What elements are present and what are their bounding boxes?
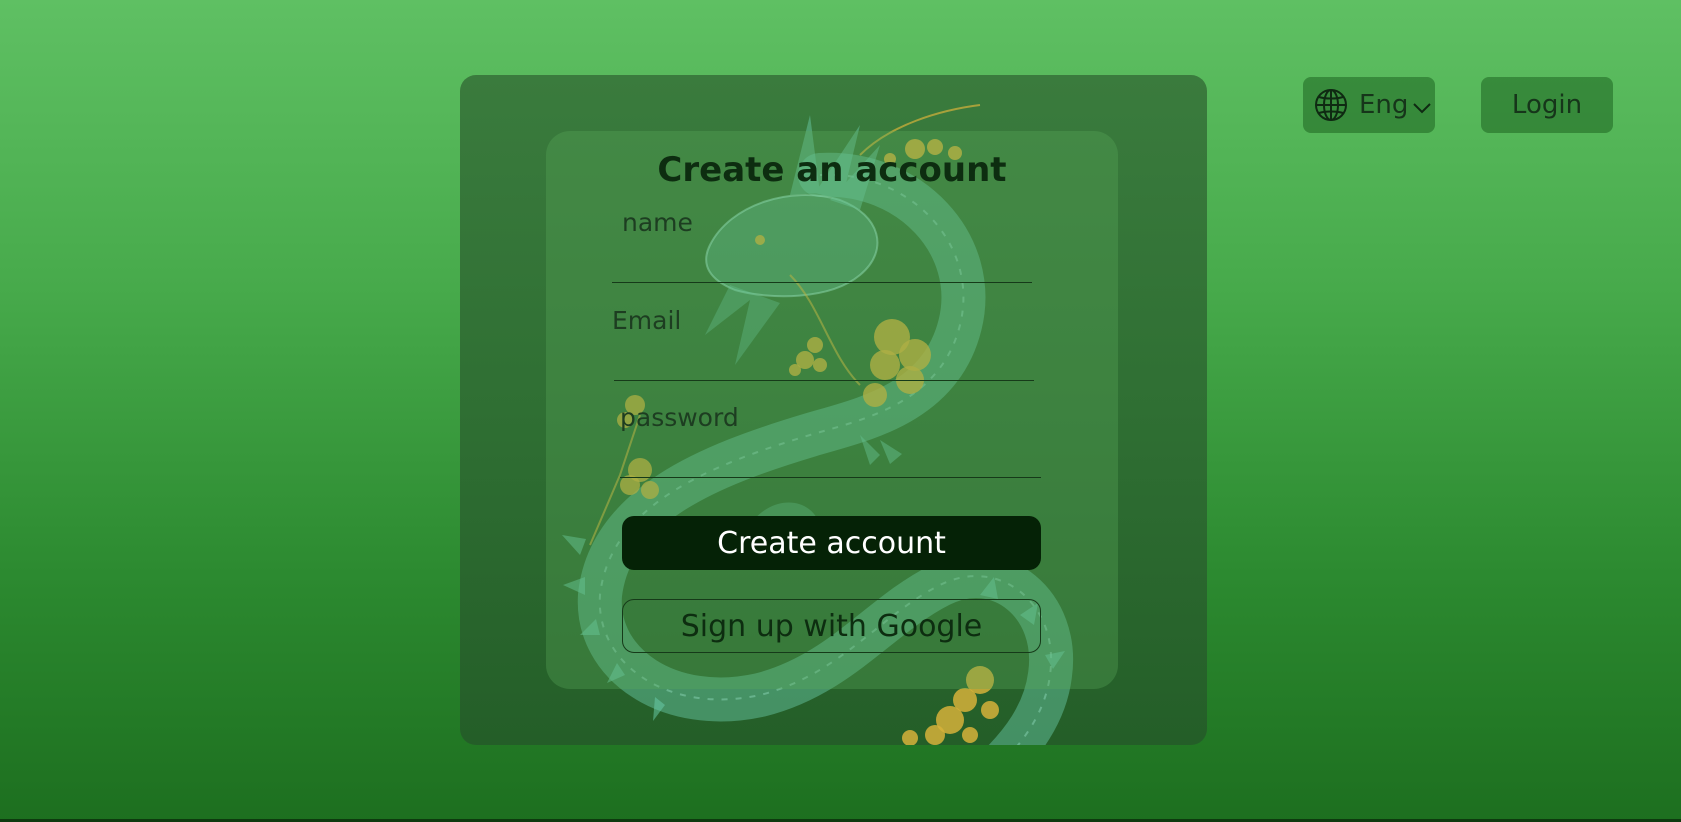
chevron-down-icon <box>1413 103 1432 114</box>
language-label: Eng <box>1359 90 1409 120</box>
name-input[interactable] <box>612 247 1032 283</box>
language-selector[interactable]: Eng <box>1303 77 1435 133</box>
email-input[interactable] <box>614 345 1034 381</box>
password-label: password <box>620 403 739 432</box>
email-label: Email <box>612 306 682 335</box>
name-label: name <box>622 208 693 237</box>
create-account-button[interactable]: Create account <box>622 516 1041 570</box>
password-input[interactable] <box>620 442 1041 478</box>
globe-icon <box>1315 89 1347 121</box>
google-signup-button[interactable]: Sign up with Google <box>622 599 1041 653</box>
login-button[interactable]: Login <box>1481 77 1613 133</box>
form-title: Create an account <box>657 150 1007 190</box>
page: Create an account name Email password Cr… <box>0 0 1681 822</box>
